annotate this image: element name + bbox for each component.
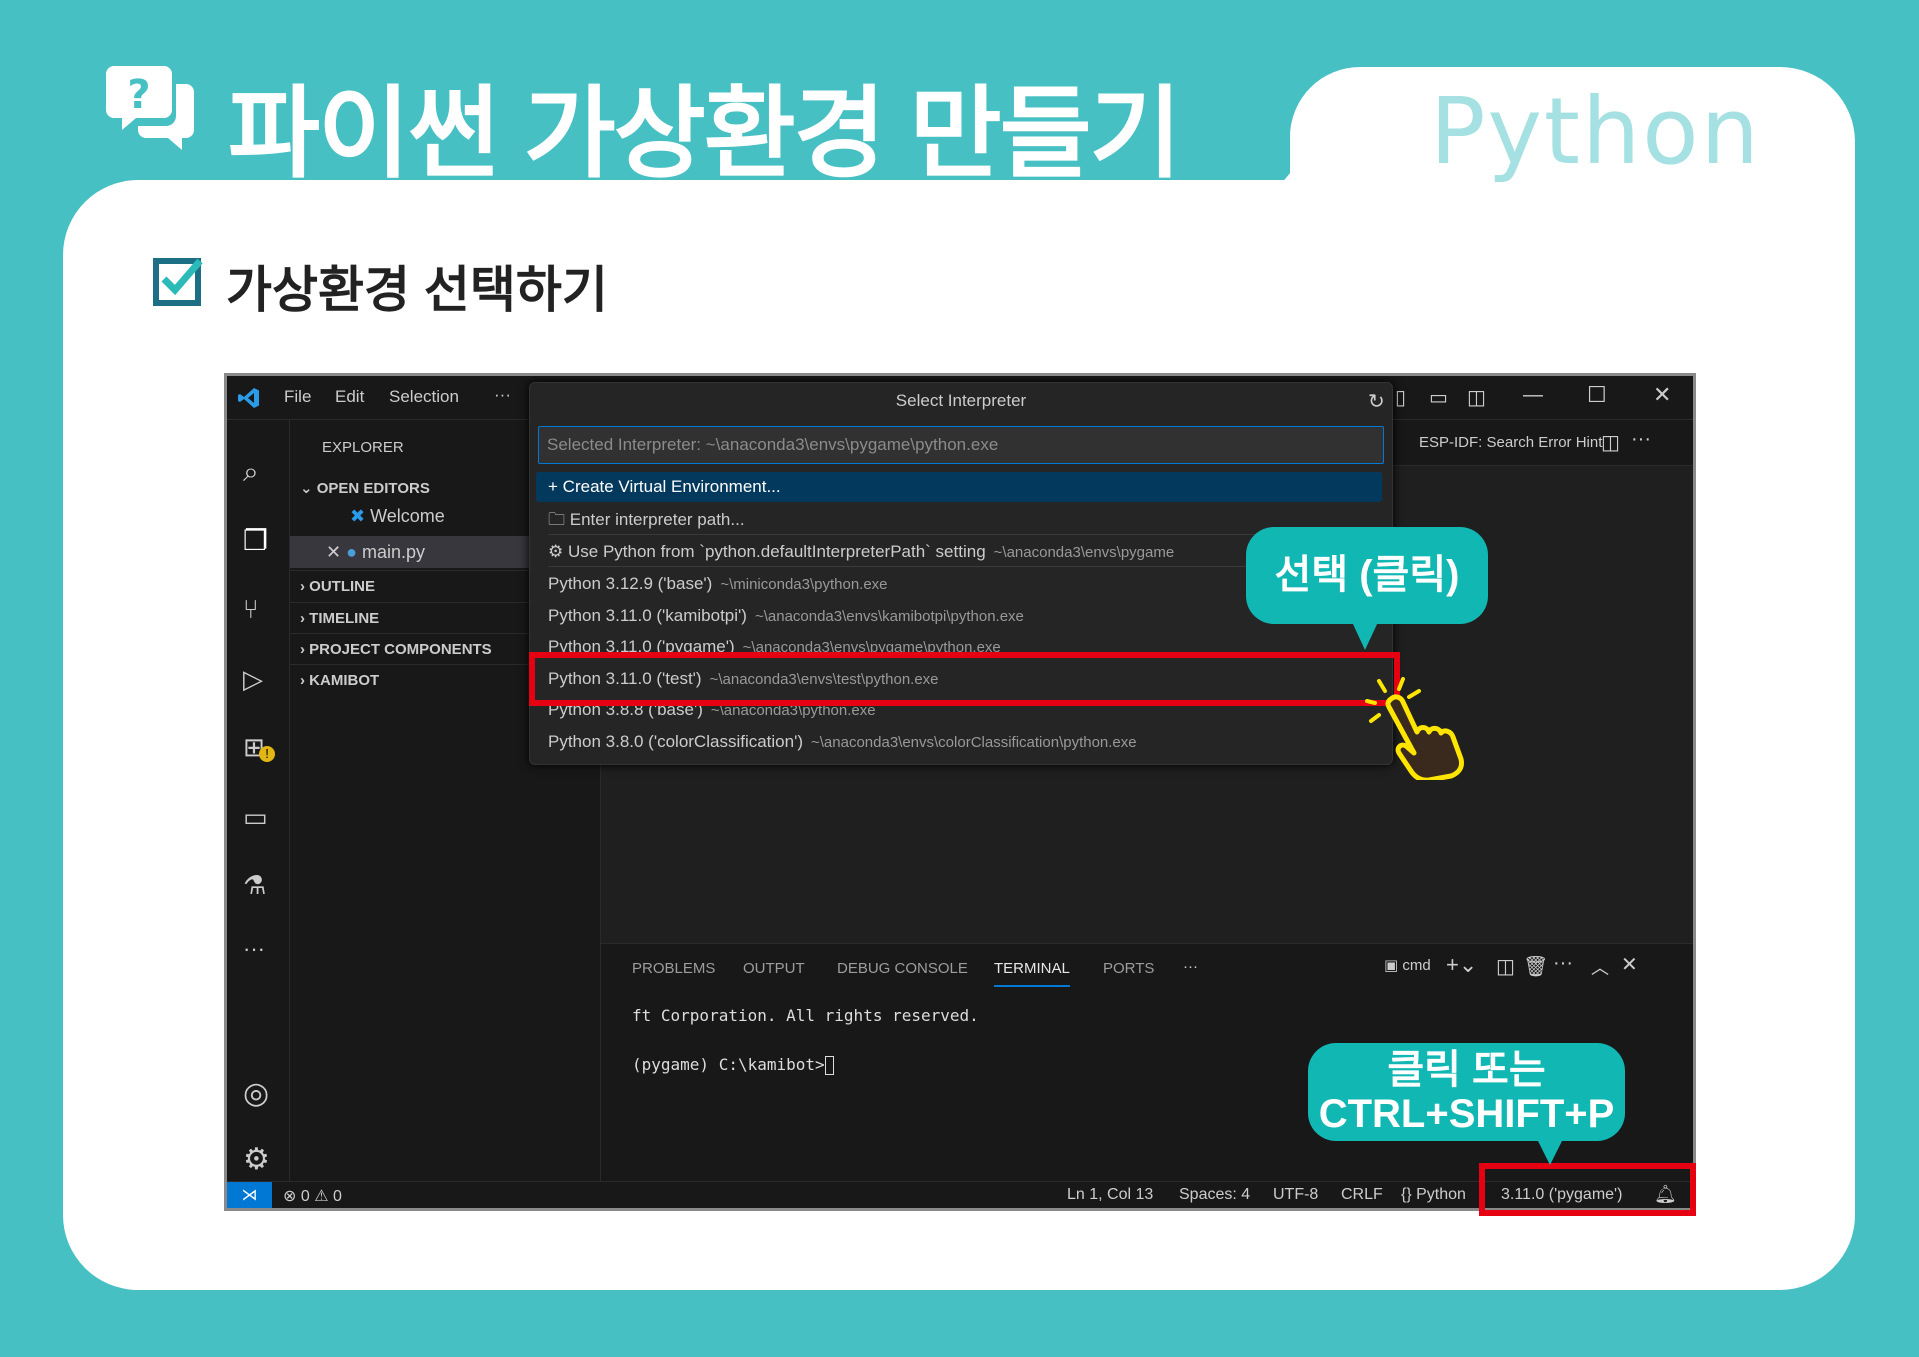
split-terminal-icon[interactable]: ◫ (1496, 954, 1515, 979)
section-label: OUTLINE (309, 578, 376, 595)
toggle-secondary-sidebar-icon[interactable]: ◫ (1467, 385, 1486, 410)
callout-pointer (1352, 622, 1378, 650)
callout-pointer (1537, 1139, 1563, 1165)
file-label: main.py (362, 542, 426, 562)
section-label: KAMIBOT (309, 672, 380, 689)
menu-selection[interactable]: Selection (389, 387, 459, 407)
tab-ports[interactable]: PORTS (1103, 957, 1154, 981)
callout-select: 선택 (클릭) (1246, 527, 1488, 624)
interpreter-label: Python 3.11.0 ('kamibotpi') (548, 605, 747, 625)
indentation[interactable]: Spaces: 4 (1179, 1186, 1250, 1204)
testing-icon[interactable]: ⚗ (243, 870, 275, 902)
error-count: 0 (300, 1188, 310, 1205)
tab-problems[interactable]: PROBLEMS (632, 957, 715, 981)
option-label: Use Python from `python.defaultInterpret… (567, 542, 986, 561)
settings-gear-icon[interactable]: ⚙ (243, 1142, 275, 1176)
interpreter-path: ~\anaconda3\envs\colorClassification\pyt… (811, 734, 1137, 751)
panel-more-icon[interactable]: ··· (1553, 952, 1573, 975)
toggle-sidebar-icon[interactable]: ▯ (1395, 385, 1406, 410)
callout-line: 클릭 또는 (1387, 1048, 1546, 1092)
plus-icon: + (548, 477, 558, 496)
warning-count: 0 (333, 1188, 342, 1205)
tab-debug-console[interactable]: DEBUG CONSOLE (837, 957, 968, 981)
interpreter-option[interactable]: Python 3.8.0 ('colorClassification') ~\an… (548, 727, 1384, 757)
split-editor-icon[interactable]: ◫ (1601, 430, 1620, 455)
explorer-title: EXPLORER (322, 439, 404, 456)
close-panel-icon[interactable]: ✕ (1621, 952, 1638, 977)
section-label: PROJECT COMPONENTS (309, 641, 492, 658)
source-control-icon[interactable]: ⑂ (243, 594, 275, 626)
section-label: TIMELINE (309, 610, 380, 627)
interpreter-path: ~\miniconda3\python.exe (720, 576, 888, 593)
toggle-panel-icon[interactable]: ▭ (1429, 385, 1448, 410)
maximize-icon[interactable]: ☐ (1587, 382, 1607, 408)
terminal-shell-selector[interactable]: ▣ cmd (1384, 956, 1431, 974)
account-icon[interactable]: ◎ (243, 1076, 275, 1110)
menu-edit[interactable]: Edit (335, 387, 364, 407)
open-editor-welcome[interactable]: ✖ Welcome (350, 506, 445, 527)
tab-output[interactable]: OUTPUT (743, 957, 805, 981)
activity-bar: ⌕ ❐ ⑂ ▷ ⊞! ▭ ⚗ ··· ◎ ⚙ (227, 420, 290, 1181)
pointing-hand-icon (1365, 677, 1464, 780)
menu-more[interactable]: ··· (494, 385, 511, 405)
vscode-logo-icon (238, 388, 259, 408)
folder-icon: 🗀 (548, 510, 565, 529)
interpreter-path: ~\anaconda3\envs\kamibotpi\python.exe (754, 607, 1024, 625)
input-placeholder: Selected Interpreter: ~\anaconda3\envs\p… (547, 435, 999, 454)
shell-label: cmd (1402, 957, 1431, 974)
question-chat-icon: ? (106, 66, 194, 150)
interpreter-search-input[interactable]: Selected Interpreter: ~\anaconda3\envs\p… (538, 426, 1384, 464)
language-mode[interactable]: {} Python (1401, 1186, 1466, 1204)
menu-file[interactable]: File (284, 387, 311, 407)
terminal-prompt[interactable]: (pygame) C:\kamibot> (632, 1055, 834, 1075)
run-debug-icon[interactable]: ▷ (243, 664, 275, 696)
extensions-icon[interactable]: ⊞! (243, 732, 275, 764)
interpreter-label: Python 3.12.9 ('base') (548, 574, 713, 593)
highlight-box-status-interpreter (1479, 1163, 1696, 1216)
interpreter-label: Python 3.8.0 ('colorClassification') (548, 732, 803, 751)
vscode-file-icon: ✖ (350, 506, 366, 526)
section-label: OPEN EDITORS (316, 480, 430, 497)
status-bar: ⋊ ⊗ 0 ⚠ 0 Ln 1, Col 13 Spaces: 4 UTF-8 C… (227, 1181, 1693, 1208)
file-label: Welcome (370, 506, 445, 526)
explorer-icon[interactable]: ❐ (243, 524, 275, 556)
python-file-icon: ● (346, 542, 357, 562)
prompt-text: (pygame) C:\kamibot> (632, 1055, 825, 1074)
option-label: Enter interpreter path... (569, 510, 745, 529)
callout-line: CTRL+SHIFT+P (1318, 1092, 1615, 1136)
panel-more[interactable]: ··· (1183, 955, 1198, 979)
line-ending[interactable]: CRLF (1341, 1186, 1383, 1204)
editor-more-icon[interactable]: ··· (1631, 428, 1651, 451)
close-editor-icon[interactable]: ✕ (326, 542, 341, 562)
option-detail: ~\anaconda3\envs\pygame (993, 544, 1175, 561)
svg-text:?: ? (127, 72, 150, 118)
problems-indicator[interactable]: ⊗ 0 ⚠ 0 (283, 1186, 342, 1206)
option-label: Create Virtual Environment... (562, 477, 781, 496)
minimize-icon[interactable]: — (1523, 384, 1543, 407)
palette-title: Select Interpreter (895, 391, 1027, 410)
section-title: 가상환경 선택하기 (226, 262, 608, 318)
more-icon[interactable]: ··· (243, 936, 275, 968)
terminal-line: ft Corporation. All rights reserved. (632, 1006, 979, 1025)
cursor (824, 1056, 834, 1075)
maximize-panel-icon[interactable]: ︿ (1591, 954, 1609, 980)
highlight-box-test-interpreter (529, 652, 1400, 706)
page-title: 파이썬 가상환경 만들기 (228, 78, 1182, 190)
editor-tab[interactable]: ESP-IDF: Search Error Hint (1419, 434, 1602, 451)
remote-explorer-icon[interactable]: ▭ (243, 802, 275, 834)
search-icon[interactable]: ⌕ (243, 456, 275, 488)
new-terminal-icon[interactable]: +⌄ (1446, 952, 1477, 978)
encoding[interactable]: UTF-8 (1273, 1186, 1318, 1204)
kill-terminal-icon[interactable]: 🗑 (1523, 954, 1548, 979)
close-icon[interactable]: ✕ (1653, 382, 1671, 408)
refresh-icon[interactable]: ↻ (1368, 389, 1385, 414)
create-virtual-environment-option[interactable]: + Create Virtual Environment... (536, 472, 1382, 502)
remote-indicator-icon[interactable]: ⋊ (227, 1182, 272, 1208)
callout-shortcut: 클릭 또는 CTRL+SHIFT+P (1308, 1043, 1625, 1141)
cursor-position[interactable]: Ln 1, Col 13 (1067, 1186, 1153, 1204)
gear-icon: ⚙ (548, 542, 564, 561)
language-tag: Python (1430, 78, 1761, 185)
checkbox-icon (153, 258, 203, 306)
tab-terminal[interactable]: TERMINAL (994, 957, 1070, 987)
